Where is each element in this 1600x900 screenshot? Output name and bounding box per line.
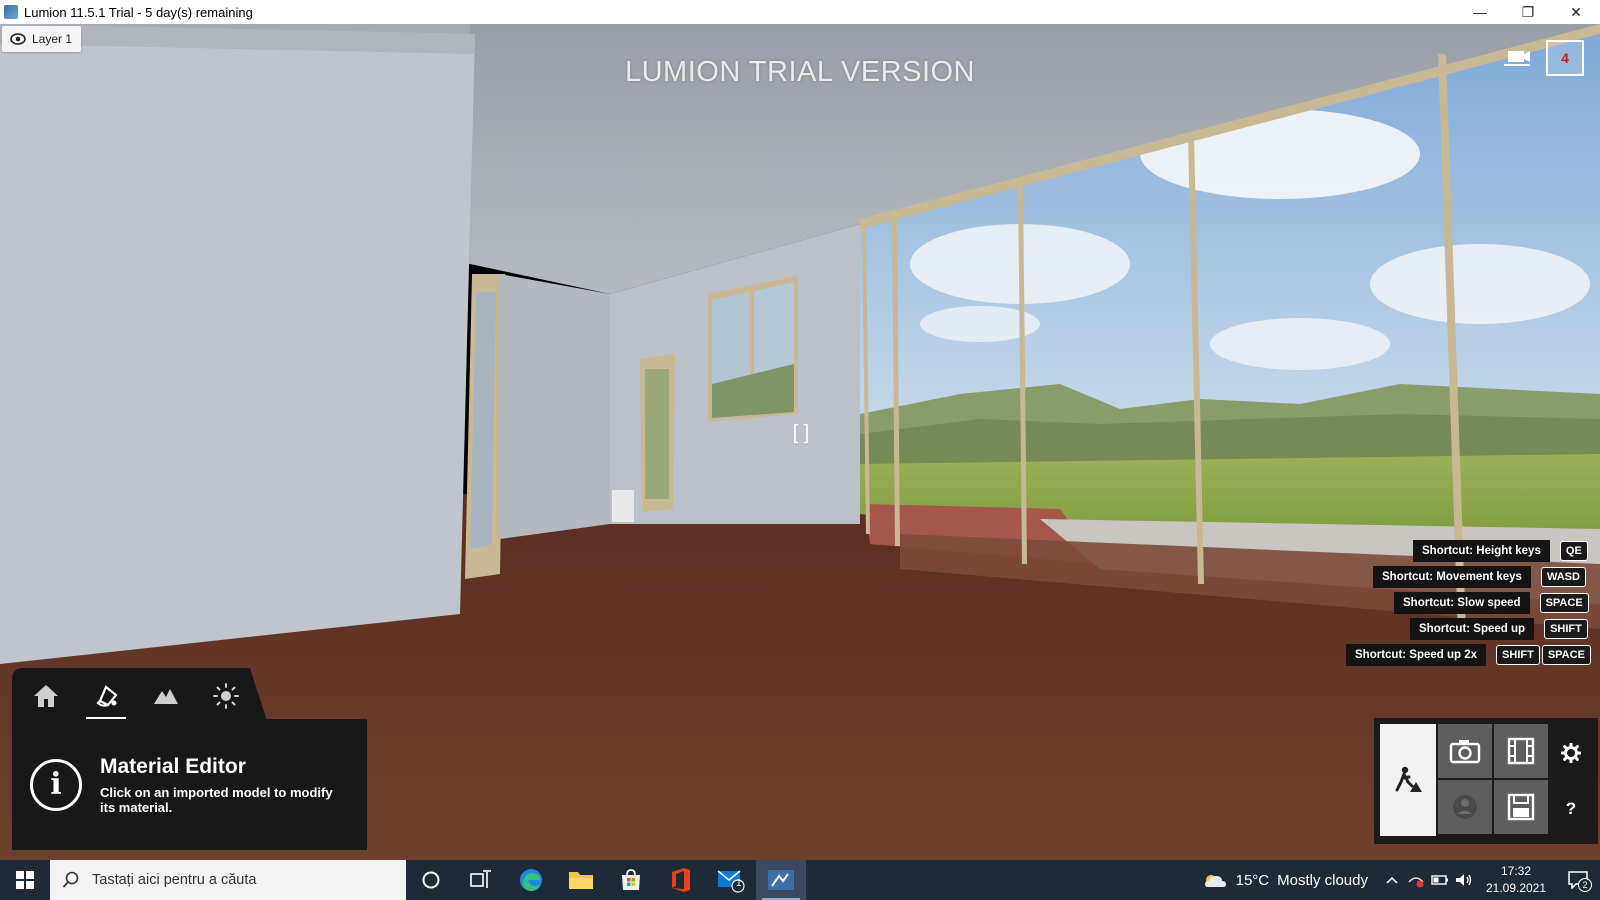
search-icon xyxy=(62,871,79,888)
layer-toggle-button[interactable]: Layer 1 xyxy=(2,26,82,52)
home-icon[interactable] xyxy=(28,676,64,716)
shortcut-label: Shortcut: Movement keys xyxy=(1373,566,1531,588)
mode-tabs xyxy=(12,668,268,724)
restore-button[interactable]: ❐ xyxy=(1504,0,1552,24)
shortcut-label: Shortcut: Height keys xyxy=(1413,540,1550,562)
shortcut-key: QE xyxy=(1559,541,1588,561)
film-icon xyxy=(1507,737,1535,765)
info-panel-title: Material Editor xyxy=(100,754,246,778)
info-panel-description: Click on an imported model to modify its… xyxy=(100,784,333,815)
weather-description: Mostly cloudy xyxy=(1277,871,1368,889)
minimize-button[interactable]: — xyxy=(1456,0,1504,24)
shortcut-key: SPACE xyxy=(1541,645,1591,665)
weather-temperature: 15°C xyxy=(1235,871,1270,889)
battery-icon[interactable] xyxy=(1428,860,1452,900)
system-tray: 15°C Mostly cloudy 17:32 21.09.2021 2 xyxy=(1190,860,1600,900)
info-icon: i xyxy=(30,758,82,811)
build-mode-icon xyxy=(1395,766,1422,792)
shortcut-label: Shortcut: Slow speed xyxy=(1394,592,1530,614)
shortcut-hint: Shortcut: Speed up 2x SHIFT SPACE xyxy=(1346,644,1591,666)
help-button[interactable]: ? xyxy=(1558,796,1584,822)
lumion-app-icon xyxy=(4,5,18,19)
windows-logo-icon xyxy=(16,871,34,889)
notification-count: 2 xyxy=(1578,878,1592,892)
weather-widget[interactable]: 15°C Mostly cloudy xyxy=(1190,871,1380,889)
gear-icon[interactable] xyxy=(1558,740,1584,766)
weather-sun-icon[interactable] xyxy=(208,676,244,716)
windows-taskbar: Tastați aici pentru a căuta 1 15°C Mostl… xyxy=(0,860,1600,900)
lumion-taskbar-icon[interactable] xyxy=(756,860,806,900)
volume-icon[interactable] xyxy=(1452,860,1476,900)
mail-badge: 1 xyxy=(736,878,742,889)
edge-browser-icon[interactable] xyxy=(506,860,556,900)
shortcut-hint: Shortcut: Speed up SHIFT xyxy=(1410,618,1588,640)
shortcut-key: SPACE xyxy=(1539,593,1589,613)
save-icon xyxy=(1507,793,1535,821)
close-button[interactable]: ✕ xyxy=(1552,0,1600,24)
shortcut-hint: Shortcut: Slow speed SPACE xyxy=(1394,592,1589,614)
layer-label: Layer 1 xyxy=(32,32,73,46)
search-placeholder: Tastați aici pentru a căuta xyxy=(92,872,257,888)
photo-mode-button[interactable] xyxy=(1438,724,1492,778)
taskbar-search-box[interactable]: Tastați aici pentru a căuta xyxy=(50,860,406,900)
action-center-button[interactable]: 2 xyxy=(1556,860,1600,900)
landscape-icon[interactable] xyxy=(148,676,184,716)
chevron-up-icon[interactable] xyxy=(1380,860,1404,900)
3d-viewport[interactable]: Layer 1 LUMION TRIAL VERSION 4 [ ] Short… xyxy=(0,24,1600,860)
mail-icon[interactable]: 1 xyxy=(706,860,756,900)
cloud-icon xyxy=(1204,875,1226,887)
panorama-icon xyxy=(1453,795,1477,819)
eye-icon xyxy=(10,33,26,45)
network-error-icon[interactable] xyxy=(1404,860,1428,900)
file-explorer-icon[interactable] xyxy=(556,860,606,900)
office-icon[interactable] xyxy=(656,860,706,900)
material-editor-info-panel: i Material Editor Click on an imported m… xyxy=(12,719,367,850)
crosshair-icon: [ ] xyxy=(792,421,810,444)
trial-banner: LUMION TRIAL VERSION xyxy=(624,56,975,88)
shortcut-label: Shortcut: Speed up 2x xyxy=(1346,644,1487,666)
cortana-icon[interactable] xyxy=(406,860,456,900)
build-mode-button[interactable] xyxy=(1380,724,1436,836)
clock-time: 17:32 xyxy=(1500,864,1532,878)
shortcut-key: SHIFT xyxy=(1544,619,1588,639)
clock-date: 21.09.2021 xyxy=(1485,881,1547,895)
system-clock[interactable]: 17:32 21.09.2021 xyxy=(1476,863,1556,897)
movie-mode-button[interactable] xyxy=(1494,724,1548,778)
shortcut-hint: Shortcut: Movement keys WASD xyxy=(1373,566,1586,588)
window-title: Lumion 11.5.1 Trial - 5 day(s) remaining xyxy=(24,4,253,20)
window-title-bar: Lumion 11.5.1 Trial - 5 day(s) remaining… xyxy=(0,0,1600,24)
shortcut-key: WASD xyxy=(1540,567,1586,587)
shortcut-hint: Shortcut: Height keys QE xyxy=(1413,540,1588,562)
windows-start-button[interactable] xyxy=(0,860,50,900)
task-view-icon[interactable] xyxy=(456,860,506,900)
panorama-mode-button[interactable] xyxy=(1438,780,1492,834)
microsoft-store-icon[interactable] xyxy=(606,860,656,900)
camera-icon xyxy=(1449,740,1481,764)
shortcut-key: SHIFT xyxy=(1496,645,1540,665)
right-toolbar: ? xyxy=(1374,718,1598,844)
shortcut-label: Shortcut: Speed up xyxy=(1410,618,1535,640)
camera-view-icon[interactable] xyxy=(1500,42,1534,72)
material-icon[interactable] xyxy=(86,676,126,720)
notification-badge[interactable]: 4 xyxy=(1546,40,1584,76)
save-button[interactable] xyxy=(1494,780,1548,834)
